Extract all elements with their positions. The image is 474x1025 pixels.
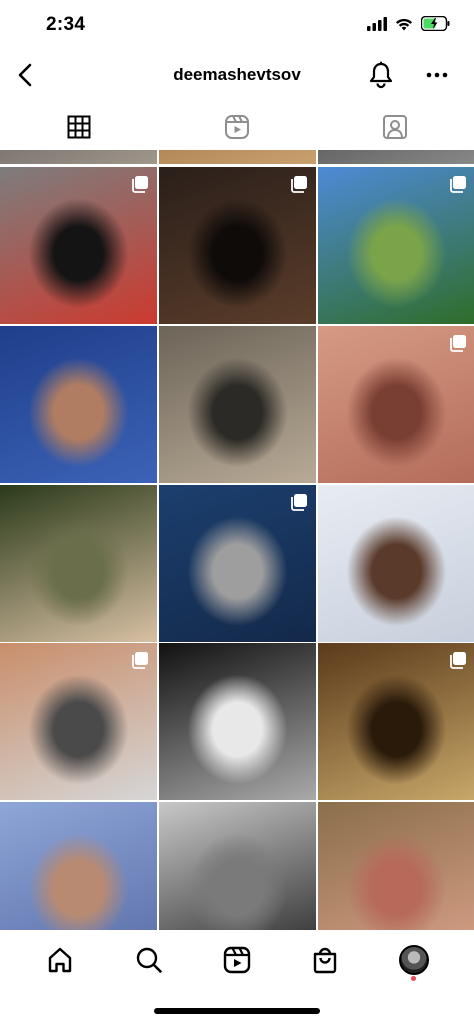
grid-post[interactable] — [0, 643, 157, 800]
profile-header: deemashevtsov — [0, 52, 474, 100]
grid-post[interactable] — [0, 326, 157, 483]
grid-post[interactable] — [0, 167, 157, 324]
tagged-icon — [383, 115, 407, 139]
profile-username: deemashevtsov — [173, 65, 301, 84]
tab-posts-grid[interactable] — [0, 104, 158, 150]
carousel-icon — [450, 335, 466, 352]
grid-post[interactable] — [0, 802, 157, 930]
grid-post[interactable] — [318, 802, 474, 930]
carousel-icon — [291, 494, 307, 511]
bottom-navigation — [0, 930, 474, 990]
tab-tagged[interactable] — [316, 104, 474, 150]
reels-icon — [223, 946, 251, 974]
grid-post[interactable] — [159, 167, 316, 324]
reels-icon — [225, 115, 249, 139]
grid-icon — [67, 115, 91, 139]
more-icon — [426, 72, 448, 78]
nav-shop[interactable] — [305, 940, 345, 980]
nav-reels[interactable] — [217, 940, 257, 980]
grid-post[interactable] — [318, 150, 474, 164]
grid-post[interactable] — [159, 150, 316, 164]
grid-post[interactable] — [318, 167, 474, 324]
nav-profile[interactable] — [394, 940, 434, 981]
shop-bag-icon — [314, 947, 337, 974]
grid-post[interactable] — [0, 485, 157, 642]
wifi-icon — [396, 18, 412, 30]
notifications-button[interactable] — [366, 60, 396, 90]
carousel-icon — [291, 176, 307, 193]
grid-post[interactable] — [318, 485, 474, 642]
carousel-icon — [450, 652, 466, 669]
home-indicator — [154, 1008, 320, 1014]
search-icon — [136, 947, 162, 973]
bell-icon — [369, 61, 393, 89]
grid-post[interactable] — [159, 802, 316, 930]
more-options-button[interactable] — [422, 60, 452, 90]
status-time: 2:34 — [46, 14, 86, 35]
status-bar: 2:34 — [0, 0, 474, 50]
notification-dot — [411, 976, 417, 981]
tab-reels[interactable] — [158, 104, 316, 150]
grid-post[interactable] — [159, 326, 316, 483]
carousel-icon — [132, 652, 148, 669]
grid-post[interactable] — [0, 150, 157, 164]
carousel-icon — [132, 176, 148, 193]
profile-tabs — [0, 104, 474, 150]
grid-post[interactable] — [318, 326, 474, 483]
grid-post[interactable] — [318, 643, 474, 800]
battery-icon — [421, 16, 450, 31]
carousel-icon — [450, 176, 466, 193]
nav-home[interactable] — [40, 940, 80, 980]
grid-post[interactable] — [159, 643, 316, 800]
home-icon — [48, 947, 72, 973]
signal-icon — [367, 16, 387, 31]
status-icons — [367, 16, 450, 31]
posts-grid — [0, 150, 474, 930]
avatar — [398, 945, 429, 975]
nav-search[interactable] — [129, 940, 169, 980]
grid-post[interactable] — [159, 485, 316, 642]
